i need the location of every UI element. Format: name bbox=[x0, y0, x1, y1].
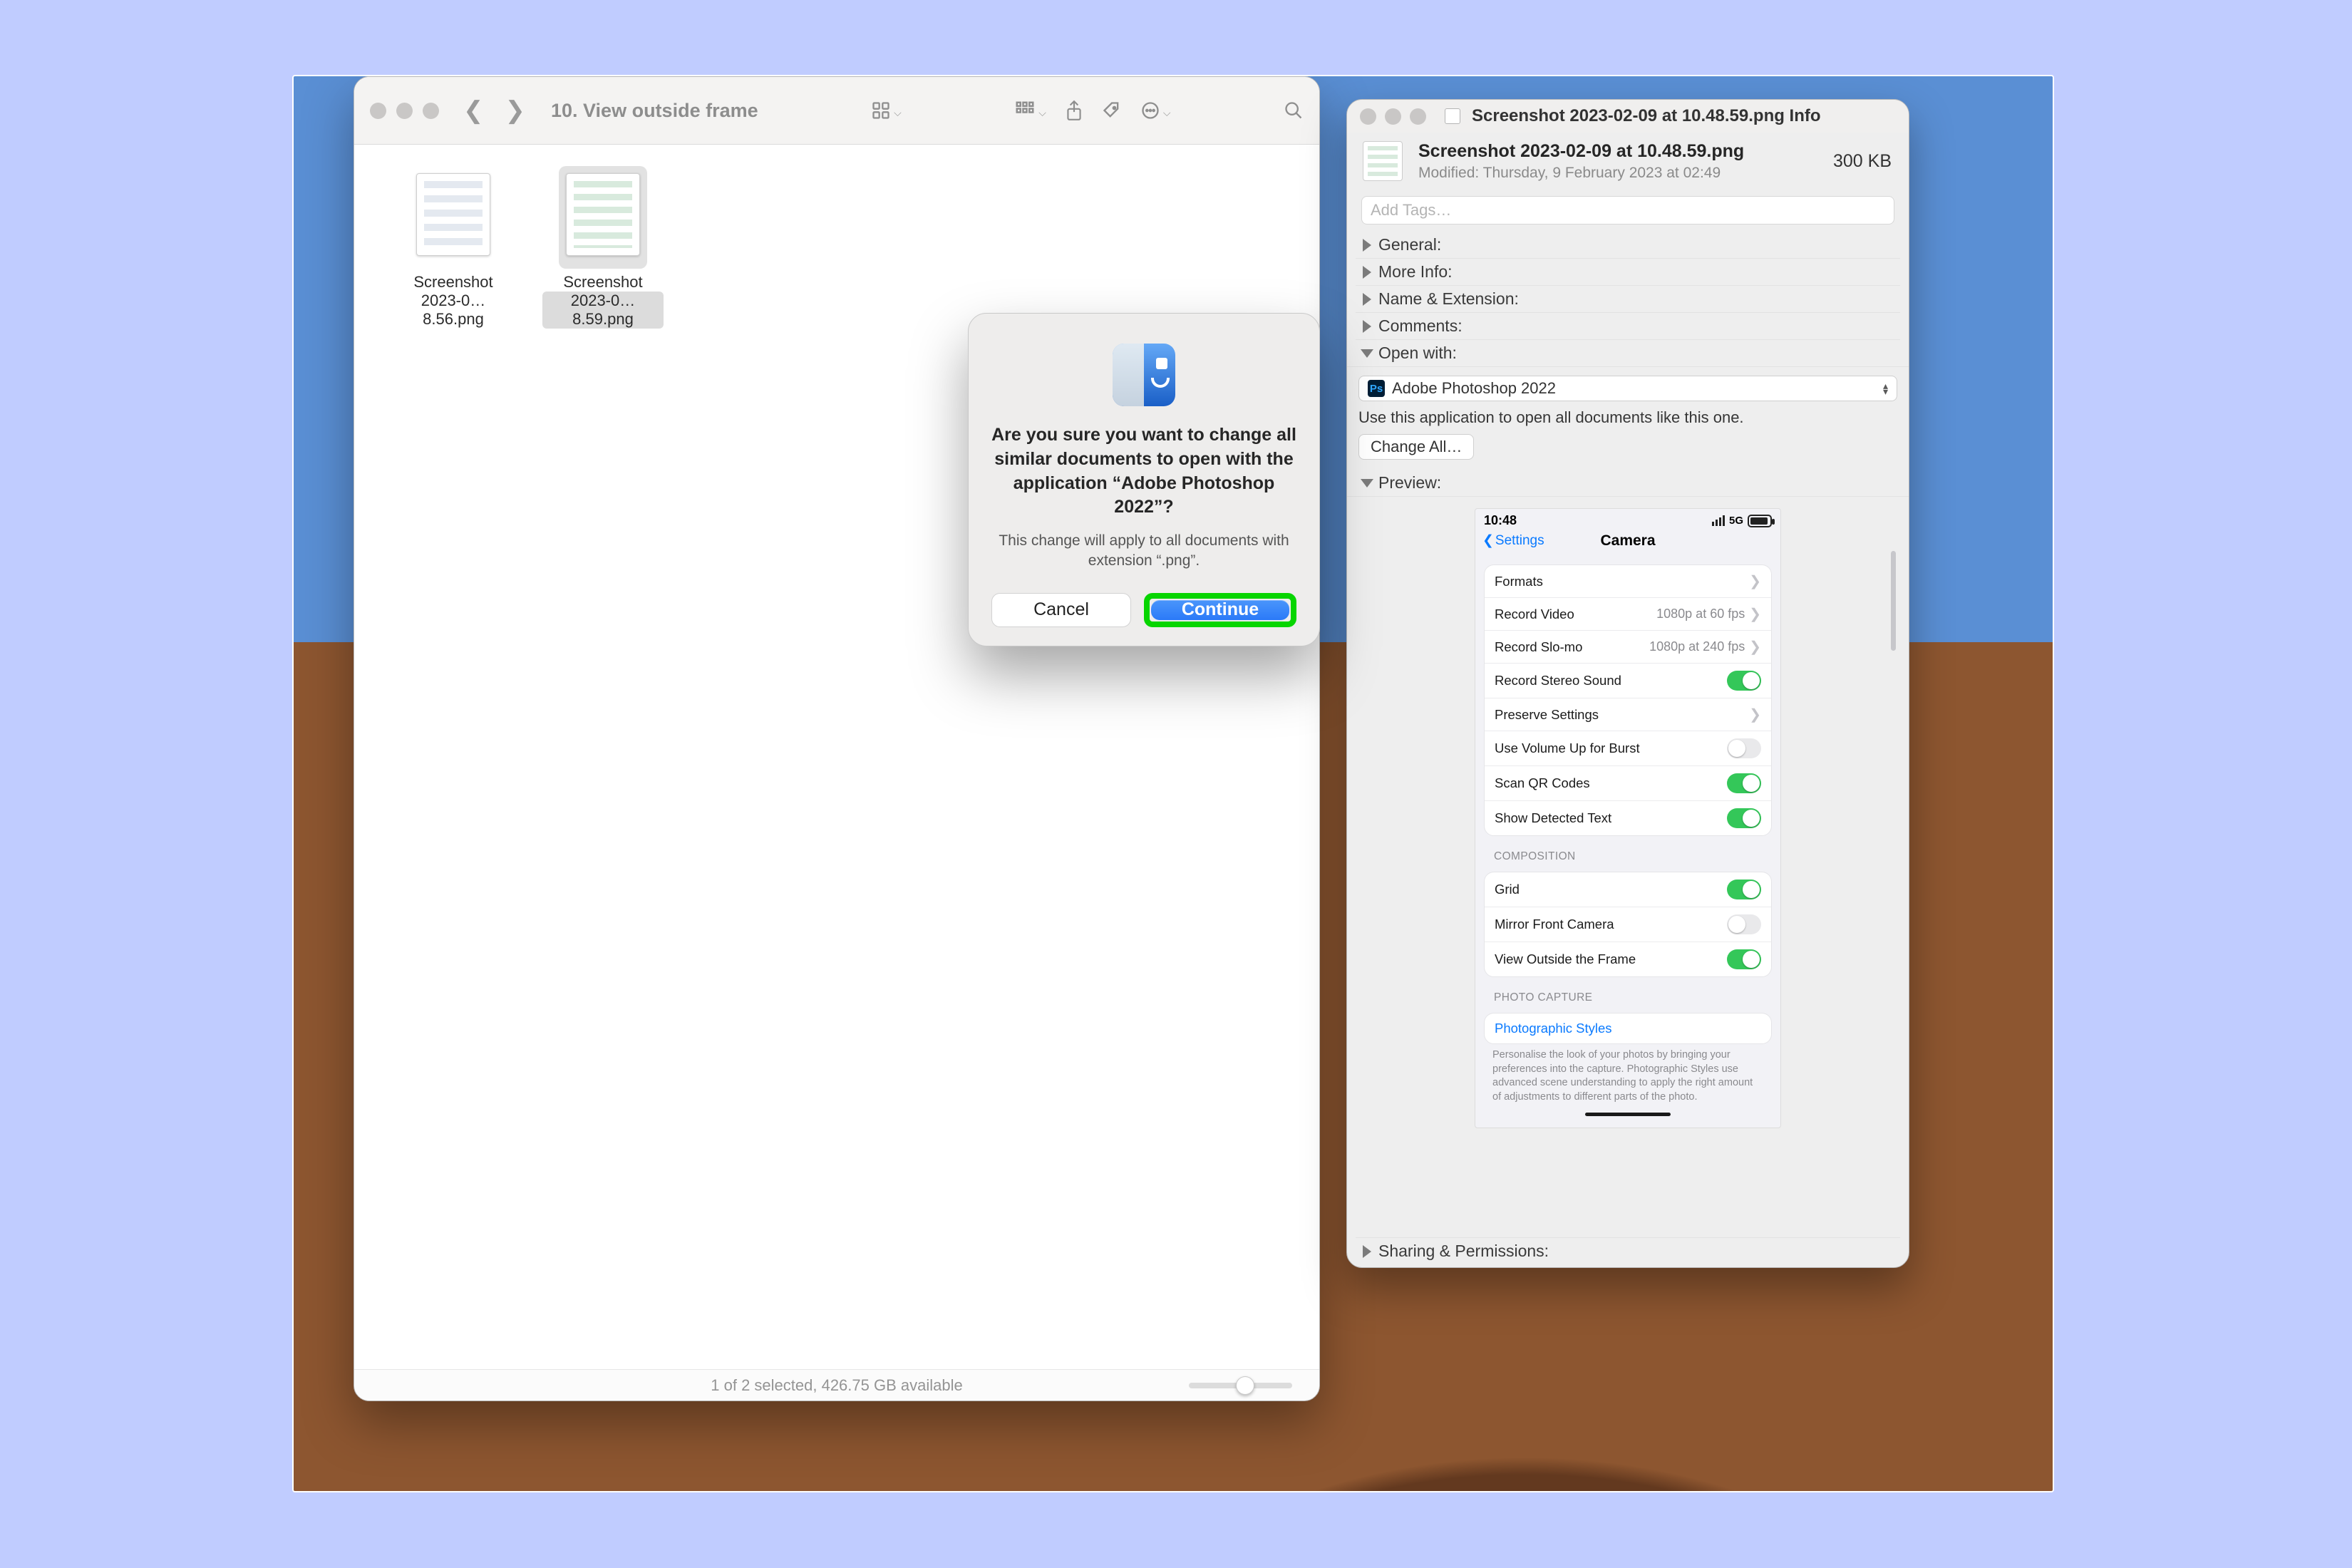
phone-screen-title: Camera bbox=[1475, 532, 1780, 550]
finder-toolbar: ❮ ❯ 10. View outside frame ⌵ ⌵ bbox=[354, 77, 1319, 145]
close-icon[interactable] bbox=[370, 103, 386, 119]
info-header: Screenshot 2023-02-09 at 10.48.59.png Mo… bbox=[1347, 133, 1909, 192]
file-item-selected[interactable]: Screenshot 2023-0…8.59.png bbox=[542, 166, 664, 329]
finder-window: ❮ ❯ 10. View outside frame ⌵ ⌵ bbox=[354, 76, 1320, 1401]
zoom-icon[interactable] bbox=[1410, 108, 1426, 125]
confirm-dialog: Are you sure you want to change all simi… bbox=[968, 313, 1320, 646]
continue-button[interactable]: Continue bbox=[1151, 600, 1289, 620]
zoom-icon[interactable] bbox=[423, 103, 439, 119]
window-traffic-lights[interactable] bbox=[370, 103, 439, 119]
desktop-stage: ❮ ❯ 10. View outside frame ⌵ ⌵ bbox=[292, 75, 2054, 1492]
tags-button[interactable] bbox=[1102, 100, 1122, 120]
get-info-window: Screenshot 2023-02-09 at 10.48.59.png In… bbox=[1346, 99, 1909, 1268]
disclosure-more-info[interactable]: More Info: bbox=[1356, 258, 1900, 285]
share-button[interactable] bbox=[1065, 100, 1083, 121]
open-with-select[interactable]: Ps Adobe Photoshop 2022 ▴▾ bbox=[1358, 376, 1897, 401]
change-all-button[interactable]: Change All… bbox=[1358, 434, 1474, 460]
phone-time: 10:48 bbox=[1484, 513, 1517, 528]
disclosure-general[interactable]: General: bbox=[1356, 232, 1900, 258]
disclosure-sharing[interactable]: Sharing & Permissions: bbox=[1356, 1237, 1900, 1264]
window-title: 10. View outside frame bbox=[551, 100, 758, 122]
photoshop-app-icon: Ps bbox=[1368, 380, 1385, 397]
battery-icon bbox=[1748, 515, 1772, 527]
file-thumbnail-icon bbox=[1363, 141, 1403, 181]
action-menu-button[interactable]: ⌵ bbox=[1140, 100, 1171, 120]
file-thumbnail-icon bbox=[416, 173, 490, 256]
signal-icon bbox=[1712, 515, 1725, 526]
cancel-button[interactable]: Cancel bbox=[991, 593, 1131, 627]
dialog-heading: Are you sure you want to change all simi… bbox=[991, 423, 1296, 520]
continue-button-highlight: Continue bbox=[1144, 593, 1296, 627]
disclosure-preview[interactable]: Preview: bbox=[1356, 470, 1900, 496]
info-modified: Modified: Thursday, 9 February 2023 at 0… bbox=[1418, 165, 1817, 182]
home-indicator-icon bbox=[1585, 1113, 1671, 1116]
disclosure-name-extension[interactable]: Name & Extension: bbox=[1356, 285, 1900, 312]
info-filesize: 300 KB bbox=[1833, 151, 1892, 172]
updown-icon: ▴▾ bbox=[1883, 383, 1888, 394]
info-titlebar: Screenshot 2023-02-09 at 10.48.59.png In… bbox=[1347, 100, 1909, 133]
finder-status-bar: 1 of 2 selected, 426.75 GB available bbox=[354, 1369, 1319, 1401]
finder-status-text: 1 of 2 selected, 426.75 GB available bbox=[711, 1376, 962, 1395]
search-button[interactable] bbox=[1284, 100, 1304, 120]
preview-image: 10:48 5G ❮Settings Camera Formats❯ Recor… bbox=[1475, 508, 1781, 1128]
disclosure-open-with[interactable]: Open with: bbox=[1356, 339, 1900, 366]
icon-view-button[interactable]: ⌵ bbox=[871, 100, 902, 120]
group-by-button[interactable]: ⌵ bbox=[1014, 100, 1046, 121]
preview-scrollbar bbox=[1891, 551, 1896, 651]
tags-input[interactable]: Add Tags… bbox=[1361, 196, 1894, 225]
disclosure-comments[interactable]: Comments: bbox=[1356, 312, 1900, 339]
minimize-icon[interactable] bbox=[1385, 108, 1401, 125]
info-title-text: Screenshot 2023-02-09 at 10.48.59.png In… bbox=[1472, 106, 1821, 126]
preview-section: 10:48 5G ❮Settings Camera Formats❯ Recor… bbox=[1347, 496, 1909, 1138]
file-thumbnail-icon bbox=[566, 173, 640, 256]
close-icon[interactable] bbox=[1360, 108, 1376, 125]
back-button[interactable]: ❮ bbox=[459, 96, 488, 125]
dialog-subtext: This change will apply to all documents … bbox=[991, 531, 1296, 572]
open-with-helper-text: Use this application to open all documen… bbox=[1358, 408, 1897, 427]
file-item[interactable]: Screenshot 2023-0…8.56.png bbox=[393, 166, 514, 329]
forward-button[interactable]: ❯ bbox=[501, 96, 530, 125]
minimize-icon[interactable] bbox=[396, 103, 413, 119]
info-filename: Screenshot 2023-02-09 at 10.48.59.png bbox=[1418, 141, 1817, 162]
finder-app-icon bbox=[1113, 344, 1175, 406]
icon-size-slider[interactable] bbox=[1189, 1383, 1292, 1388]
file-icon bbox=[1445, 108, 1460, 124]
